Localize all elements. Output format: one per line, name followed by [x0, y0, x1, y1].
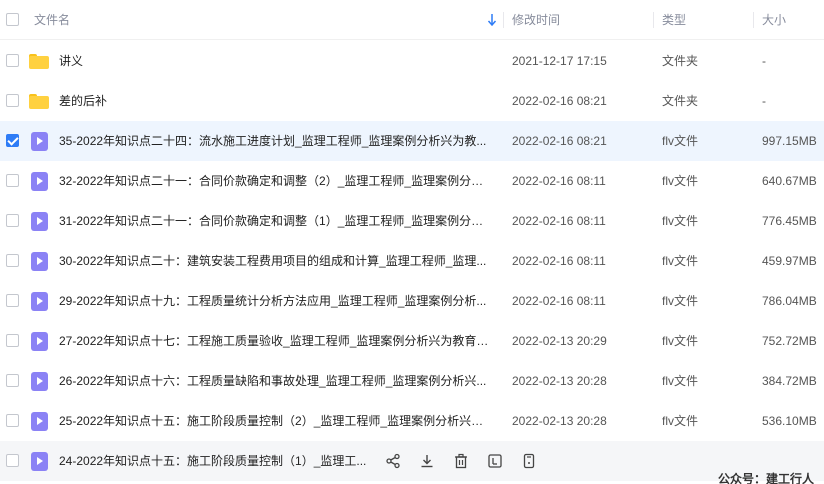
modified-time: 2021-12-17 17:15 [512, 54, 607, 68]
file-name[interactable]: 30-2022年知识点二十：建筑安装工程费用项目的组成和计算_监理工程师_监理.… [59, 241, 489, 281]
modified-time: 2022-02-16 08:11 [512, 214, 606, 228]
file-name[interactable]: 31-2022年知识点二十一：合同价款确定和调整（1）_监理工程师_监理案例分析… [59, 201, 489, 241]
file-name[interactable]: 讲义 [59, 41, 489, 81]
modified-time: 2022-02-13 20:28 [512, 374, 607, 388]
modified-time: 2022-02-13 20:29 [512, 334, 607, 348]
row-checkbox[interactable] [6, 134, 19, 147]
file-row[interactable]: 差的后补 2022-02-16 08:21 文件夹 - [0, 81, 824, 121]
file-name[interactable]: 32-2022年知识点二十一：合同价款确定和调整（2）_监理工程师_监理案例分析… [59, 161, 489, 201]
rename-icon[interactable] [487, 453, 503, 469]
row-checkbox[interactable] [6, 414, 19, 427]
file-size: 536.10MB [762, 414, 817, 428]
row-checkbox[interactable] [6, 94, 19, 107]
file-size: - [762, 94, 766, 108]
file-type: flv文件 [662, 414, 699, 428]
row-checkbox[interactable] [6, 214, 19, 227]
row-checkbox[interactable] [6, 174, 19, 187]
video-file-icon [31, 332, 48, 351]
file-type: flv文件 [662, 374, 699, 388]
file-name[interactable]: 26-2022年知识点十六：工程质量缺陷和事故处理_监理工程师_监理案例分析兴.… [59, 361, 489, 401]
file-name[interactable]: 24-2022年知识点十五：施工阶段质量控制（1）_监理工... [59, 441, 369, 481]
file-row[interactable]: 35-2022年知识点二十四：流水施工进度计划_监理工程师_监理案例分析兴为教.… [0, 121, 824, 161]
video-file-icon [31, 452, 48, 471]
watermark-text: 公众号：建工行人 [718, 472, 815, 484]
file-row[interactable]: 25-2022年知识点十五：施工阶段质量控制（2）_监理工程师_监理案例分析兴为… [0, 401, 824, 441]
file-type: flv文件 [662, 334, 699, 348]
row-checkbox[interactable] [6, 374, 19, 387]
folder-icon [29, 54, 49, 69]
file-row[interactable]: 讲义 2021-12-17 17:15 文件夹 - [0, 41, 824, 81]
select-all-checkbox[interactable] [6, 13, 19, 26]
file-name[interactable]: 25-2022年知识点十五：施工阶段质量控制（2）_监理工程师_监理案例分析兴为… [59, 401, 489, 441]
video-file-icon [31, 292, 48, 311]
modified-time: 2022-02-13 20:28 [512, 414, 607, 428]
row-checkbox[interactable] [6, 54, 19, 67]
column-header-name[interactable]: 文件名 [34, 0, 70, 40]
file-row[interactable]: 27-2022年知识点十七：工程施工质量验收_监理工程师_监理案例分析兴为教育.… [0, 321, 824, 361]
video-file-icon [31, 252, 48, 271]
file-size: 776.45MB [762, 214, 817, 228]
file-name[interactable]: 35-2022年知识点二十四：流水施工进度计划_监理工程师_监理案例分析兴为教.… [59, 121, 489, 161]
download-icon[interactable] [419, 453, 435, 469]
file-row[interactable]: 32-2022年知识点二十一：合同价款确定和调整（2）_监理工程师_监理案例分析… [0, 161, 824, 201]
file-size: - [762, 54, 766, 68]
more-icon[interactable] [521, 453, 537, 469]
file-type: flv文件 [662, 134, 699, 148]
file-name[interactable]: 27-2022年知识点十七：工程施工质量验收_监理工程师_监理案例分析兴为教育.… [59, 321, 489, 361]
file-type: flv文件 [662, 214, 699, 228]
file-name[interactable]: 差的后补 [59, 81, 489, 121]
file-name[interactable]: 29-2022年知识点十九：工程质量统计分析方法应用_监理工程师_监理案例分析.… [59, 281, 489, 321]
video-file-icon [31, 212, 48, 231]
file-row[interactable]: 31-2022年知识点二十一：合同价款确定和调整（1）_监理工程师_监理案例分析… [0, 201, 824, 241]
row-checkbox[interactable] [6, 294, 19, 307]
column-divider[interactable] [653, 12, 654, 28]
row-checkbox[interactable] [6, 334, 19, 347]
row-checkbox[interactable] [6, 254, 19, 267]
share-icon[interactable] [385, 453, 401, 469]
delete-icon[interactable] [453, 453, 469, 469]
file-type: 文件夹 [662, 54, 699, 68]
modified-time: 2022-02-16 08:11 [512, 174, 606, 188]
modified-time: 2022-02-16 08:11 [512, 254, 606, 268]
file-row[interactable]: 24-2022年知识点十五：施工阶段质量控制（1）_监理工... [0, 441, 824, 481]
column-header-type[interactable]: 类型 [662, 0, 686, 40]
modified-time: 2022-02-16 08:11 [512, 294, 606, 308]
column-divider[interactable] [753, 12, 754, 28]
video-file-icon [31, 132, 48, 151]
folder-icon [29, 94, 49, 109]
file-row[interactable]: 30-2022年知识点二十：建筑安装工程费用项目的组成和计算_监理工程师_监理.… [0, 241, 824, 281]
file-row[interactable]: 26-2022年知识点十六：工程质量缺陷和事故处理_监理工程师_监理案例分析兴.… [0, 361, 824, 401]
file-size: 786.04MB [762, 294, 817, 308]
column-header-time[interactable]: 修改时间 [512, 0, 560, 40]
file-size: 384.72MB [762, 374, 817, 388]
file-type: 文件夹 [662, 94, 699, 108]
file-list-header: 文件名 修改时间 类型 大小 [0, 0, 824, 40]
file-type: flv文件 [662, 294, 699, 308]
file-size: 997.15MB [762, 134, 817, 148]
video-file-icon [31, 172, 48, 191]
sort-arrow-down-icon[interactable] [486, 13, 498, 27]
file-type: flv文件 [662, 174, 699, 188]
file-row[interactable]: 29-2022年知识点十九：工程质量统计分析方法应用_监理工程师_监理案例分析.… [0, 281, 824, 321]
video-file-icon [31, 372, 48, 391]
row-checkbox[interactable] [6, 454, 19, 467]
modified-time: 2022-02-16 08:21 [512, 134, 607, 148]
column-header-size[interactable]: 大小 [762, 0, 786, 40]
file-size: 640.67MB [762, 174, 817, 188]
column-divider[interactable] [503, 12, 504, 28]
video-file-icon [31, 412, 48, 431]
file-size: 459.97MB [762, 254, 817, 268]
file-type: flv文件 [662, 254, 699, 268]
modified-time: 2022-02-16 08:21 [512, 94, 607, 108]
file-size: 752.72MB [762, 334, 817, 348]
